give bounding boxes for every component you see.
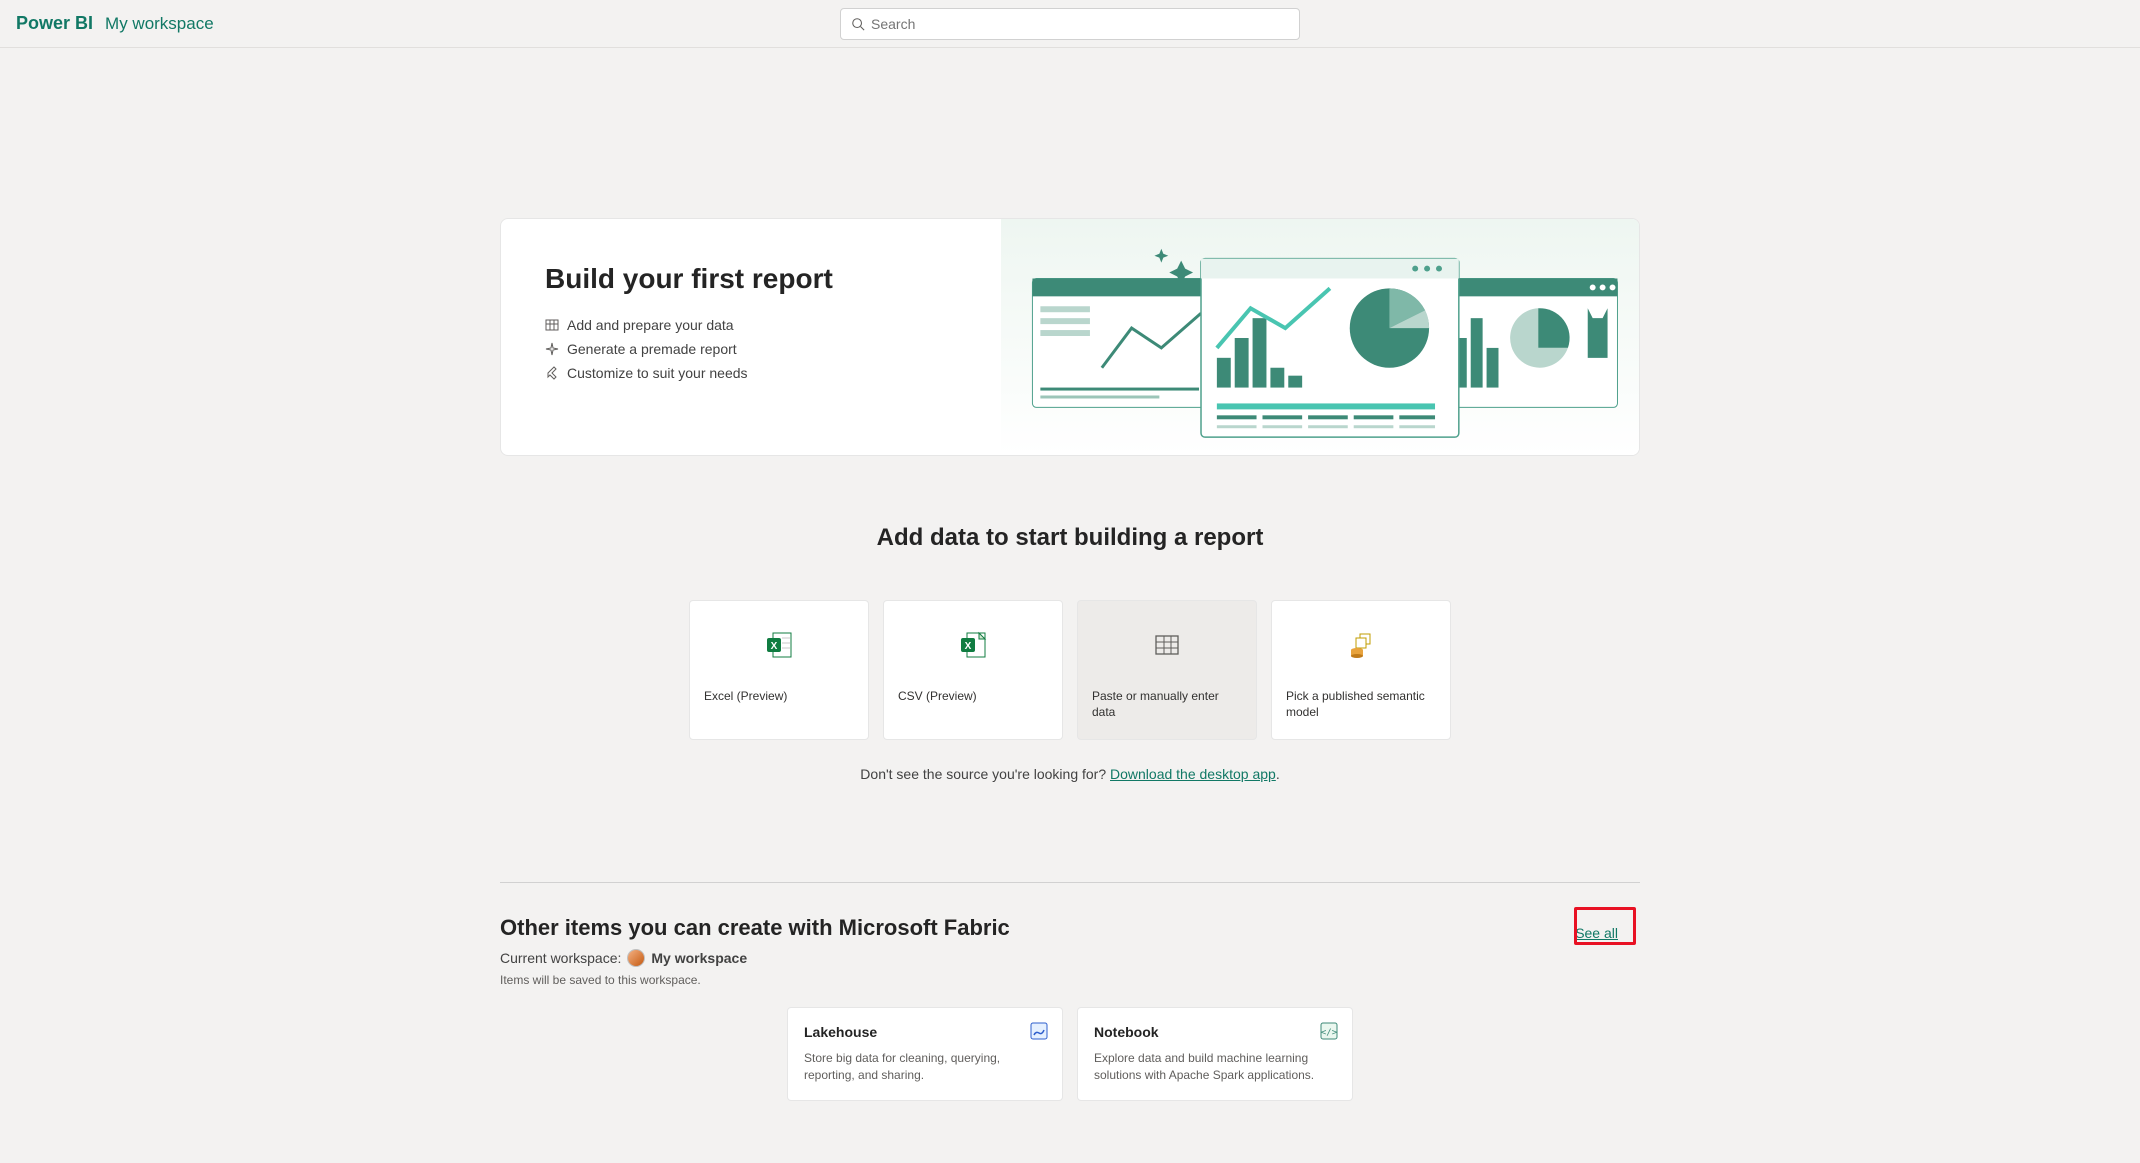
csv-icon: X xyxy=(958,630,988,660)
source-card-semantic-model[interactable]: Pick a published semantic model xyxy=(1271,600,1451,740)
fabric-card-lakehouse[interactable]: Lakehouse Store big data for cleaning, q… xyxy=(787,1007,1063,1101)
workspace-breadcrumb[interactable]: My workspace xyxy=(105,14,214,34)
download-period: . xyxy=(1276,766,1280,782)
sparkle-icon xyxy=(545,342,559,356)
source-label: Paste or manually enter data xyxy=(1078,689,1256,720)
fabric-card-notebook[interactable]: </> Notebook Explore data and build mach… xyxy=(1077,1007,1353,1101)
fabric-card-row: Lakehouse Store big data for cleaning, q… xyxy=(500,1007,1640,1101)
search-icon xyxy=(851,17,865,31)
semantic-model-icon xyxy=(1346,630,1376,660)
fabric-subtitle: Current workspace: My workspace xyxy=(500,949,1640,967)
svg-text:X: X xyxy=(771,641,778,652)
fabric-note: Items will be saved to this workspace. xyxy=(500,973,1640,987)
download-desktop-link[interactable]: Download the desktop app xyxy=(1110,766,1276,782)
source-label: Pick a published semantic model xyxy=(1272,689,1450,720)
dashboard-illustration-icon xyxy=(1001,219,1639,455)
hero-title: Build your first report xyxy=(545,263,1001,295)
fabric-card-desc: Explore data and build machine learning … xyxy=(1094,1050,1336,1084)
svg-text:X: X xyxy=(965,641,972,652)
hero-illustration xyxy=(1001,219,1639,455)
hero-bullet: Generate a premade report xyxy=(545,341,1001,357)
download-line: Don't see the source you're looking for?… xyxy=(860,766,1279,782)
source-card-csv[interactable]: X CSV (Preview) xyxy=(883,600,1063,740)
fabric-card-title: Notebook xyxy=(1094,1024,1336,1040)
source-card-row: X Excel (Preview) X CSV (Preview) Paste … xyxy=(689,600,1451,740)
search-input[interactable] xyxy=(871,16,1289,32)
see-all-link[interactable]: See all xyxy=(1565,919,1628,947)
hero-card: ✕ Build your first report Add and prepar… xyxy=(500,218,1640,456)
brush-icon xyxy=(545,366,559,380)
hero-bullet: Customize to suit your needs xyxy=(545,365,1001,381)
avatar-icon xyxy=(627,949,645,967)
download-prefix: Don't see the source you're looking for? xyxy=(860,766,1110,782)
app-header: Power BI My workspace xyxy=(0,0,2140,48)
hero-text: Build your first report Add and prepare … xyxy=(501,219,1001,455)
notebook-icon: </> xyxy=(1320,1022,1338,1040)
search-container xyxy=(840,8,1300,40)
search-box[interactable] xyxy=(840,8,1300,40)
current-workspace-name: My workspace xyxy=(651,950,747,966)
fabric-title: Other items you can create with Microsof… xyxy=(500,915,1640,941)
fabric-card-desc: Store big data for cleaning, querying, r… xyxy=(804,1050,1046,1084)
source-label: Excel (Preview) xyxy=(690,689,868,705)
fabric-section: Other items you can create with Microsof… xyxy=(500,882,1640,1101)
excel-icon: X xyxy=(764,630,794,660)
source-card-excel[interactable]: X Excel (Preview) xyxy=(689,600,869,740)
source-card-paste[interactable]: Paste or manually enter data xyxy=(1077,600,1257,740)
lakehouse-icon xyxy=(1030,1022,1048,1040)
svg-text:</>: </> xyxy=(1321,1028,1338,1038)
table-icon xyxy=(1152,630,1182,660)
source-label: CSV (Preview) xyxy=(884,689,1062,705)
brand-label: Power BI xyxy=(16,13,93,34)
hero-bullet-text: Add and prepare your data xyxy=(567,317,734,333)
table-icon xyxy=(545,318,559,332)
add-data-title: Add data to start building a report xyxy=(877,524,1264,552)
hero-bullet-text: Customize to suit your needs xyxy=(567,365,748,381)
main-content: ✕ Build your first report Add and prepar… xyxy=(0,48,2140,1101)
hero-bullet: Add and prepare your data xyxy=(545,317,1001,333)
current-workspace-label: Current workspace: xyxy=(500,950,621,966)
hero-bullet-text: Generate a premade report xyxy=(567,341,737,357)
hero-bullet-list: Add and prepare your data Generate a pre… xyxy=(545,317,1001,381)
fabric-card-title: Lakehouse xyxy=(804,1024,1046,1040)
